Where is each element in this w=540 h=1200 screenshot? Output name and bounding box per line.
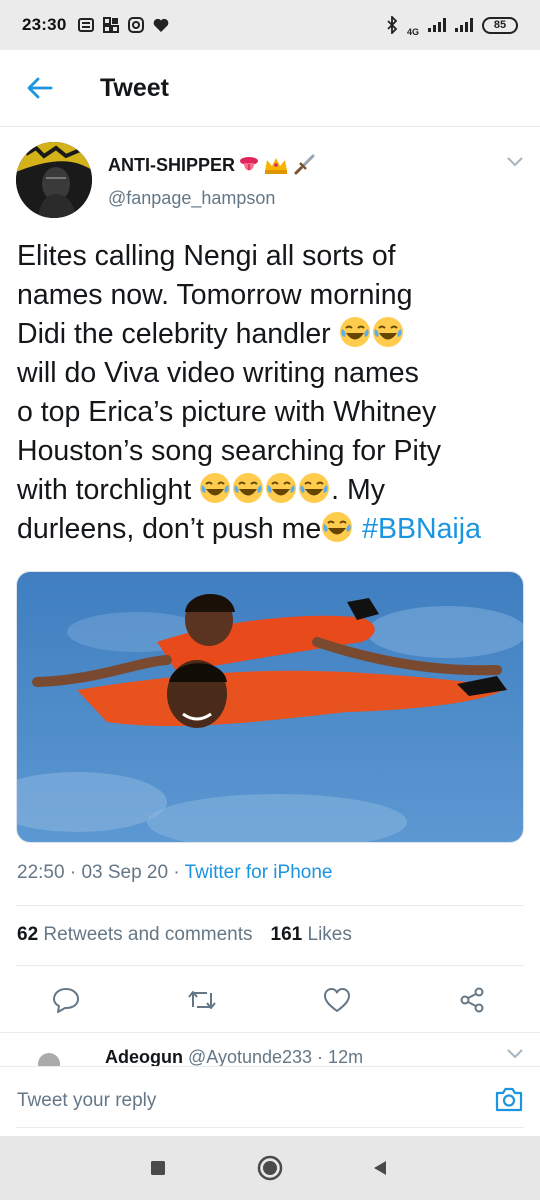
camera-button[interactable]	[494, 1085, 524, 1118]
tweet-date: 03 Sep 20	[81, 862, 169, 883]
laughing-emoji-icon	[372, 317, 403, 347]
back-arrow-icon	[27, 77, 53, 99]
notification-news-icon	[78, 18, 95, 32]
tweet-line: Didi the celebrity handler	[17, 318, 331, 350]
divider	[16, 965, 524, 966]
reply-composer: Tweet your reply	[0, 1066, 540, 1136]
signal-icon	[428, 18, 446, 32]
reply-handle: @Ayotunde233 · 12m	[188, 1047, 364, 1066]
status-right: 4G 85	[386, 13, 518, 37]
instagram-icon	[128, 17, 145, 33]
likes-count: 161	[270, 924, 303, 945]
retweets-label: Retweets and comments	[43, 924, 253, 945]
tweet-text: Elites calling Nengi all sorts of names …	[17, 237, 527, 549]
heart-notification-icon	[154, 18, 169, 32]
reply-name: Adeogun	[105, 1047, 183, 1066]
page-title: Tweet	[100, 73, 169, 102]
home-circle-icon	[257, 1155, 283, 1181]
back-triangle-icon	[374, 1161, 386, 1175]
tweet-author: ANTI-SHIPPER @fanpage_hampson	[16, 142, 524, 222]
tweet-line: names now. Tomorrow morning	[17, 279, 413, 311]
likes-stat[interactable]: 161 Likes	[271, 924, 352, 946]
laughing-emoji-icon	[266, 473, 297, 503]
divider	[16, 905, 524, 906]
avatar-image	[16, 142, 92, 218]
tweet-line: o top Erica’s picture with Whitney	[17, 396, 437, 428]
tweet-line-with-emoji: durleens, don’t push me #BBNaija	[17, 510, 527, 549]
reply-preview[interactable]: Adeogun @Ayotunde233 · 12m	[0, 1032, 540, 1066]
app-header: Tweet	[0, 50, 540, 127]
retweet-button[interactable]	[182, 980, 222, 1020]
chevron-down-icon[interactable]	[506, 1048, 524, 1060]
hashtag-link[interactable]: #BBNaija	[362, 513, 481, 545]
battery-level: 85	[493, 19, 507, 31]
tweet-actions	[0, 980, 540, 1020]
tweet-line: will do Viva video writing names	[17, 357, 419, 389]
back-button[interactable]	[0, 50, 80, 127]
tweet-line-with-emoji: Didi the celebrity handler	[17, 315, 527, 354]
notification-apps-icon	[103, 17, 120, 33]
laughing-emoji-icon	[299, 473, 330, 503]
battery-icon: 85	[482, 16, 518, 34]
tweet-time: 22:50	[17, 862, 65, 883]
tweet-source-link[interactable]: Twitter for iPhone	[185, 862, 333, 883]
retweet-icon	[188, 991, 216, 1009]
user-handle[interactable]: @fanpage_hampson	[108, 188, 275, 209]
reply-icon	[53, 988, 79, 1013]
tongue-emoji-icon	[240, 157, 259, 171]
tweet-line: Elites calling Nengi all sorts of	[17, 240, 396, 272]
dagger-emoji-icon	[294, 154, 315, 175]
share-icon	[460, 987, 484, 1013]
crown-emoji-icon	[265, 158, 288, 174]
flying-couple-photo	[17, 572, 523, 842]
laughing-emoji-icon	[322, 512, 353, 542]
network-type: 4G	[406, 27, 419, 37]
tweet-line: durleens, don’t push me	[17, 513, 322, 545]
tweet-stats: 62 Retweets and comments 161 Likes	[17, 924, 352, 946]
display-name-row: ANTI-SHIPPER	[108, 154, 315, 176]
reply-input[interactable]: Tweet your reply	[17, 1090, 156, 1112]
notification-icons	[78, 17, 169, 33]
home-button[interactable]	[254, 1152, 286, 1184]
reply-button[interactable]	[46, 980, 86, 1020]
avatar[interactable]	[16, 142, 92, 218]
share-button[interactable]	[452, 980, 492, 1020]
laughing-emoji-icon	[200, 473, 231, 503]
retweets-stat[interactable]: 62 Retweets and comments	[17, 924, 253, 946]
tweet-media-image[interactable]	[16, 571, 524, 843]
chevron-down-icon[interactable]	[506, 156, 524, 168]
bluetooth-icon	[387, 16, 398, 34]
signal-icon-2	[455, 18, 473, 32]
like-icon	[324, 988, 350, 1012]
like-button[interactable]	[317, 980, 357, 1020]
back-nav-button[interactable]	[364, 1152, 396, 1184]
tweet-timestamp: 22:50 · 03 Sep 20 · Twitter for iPhone	[17, 862, 333, 883]
tweet-line-with-emoji: with torchlight . My	[17, 471, 527, 510]
tweet-line: . My	[331, 474, 385, 506]
laughing-emoji-icon	[339, 317, 370, 347]
square-icon	[151, 1161, 165, 1175]
tweet-line: with torchlight	[17, 474, 192, 506]
laughing-emoji-icon	[233, 473, 264, 503]
retweets-count: 62	[17, 924, 39, 945]
tweet-line: Houston’s song searching for Pity	[17, 435, 442, 467]
reply-author: Adeogun @Ayotunde233 · 12m	[105, 1047, 363, 1066]
camera-icon	[495, 1087, 523, 1112]
system-nav-bar	[0, 1136, 540, 1200]
reply-avatar[interactable]	[38, 1053, 60, 1066]
recents-button[interactable]	[142, 1152, 174, 1184]
likes-label: Likes	[307, 924, 352, 945]
status-time: 23:30	[22, 15, 67, 34]
display-name[interactable]: ANTI-SHIPPER	[108, 155, 235, 176]
status-bar: 23:30 4G 85	[0, 0, 540, 50]
divider	[16, 1127, 524, 1128]
